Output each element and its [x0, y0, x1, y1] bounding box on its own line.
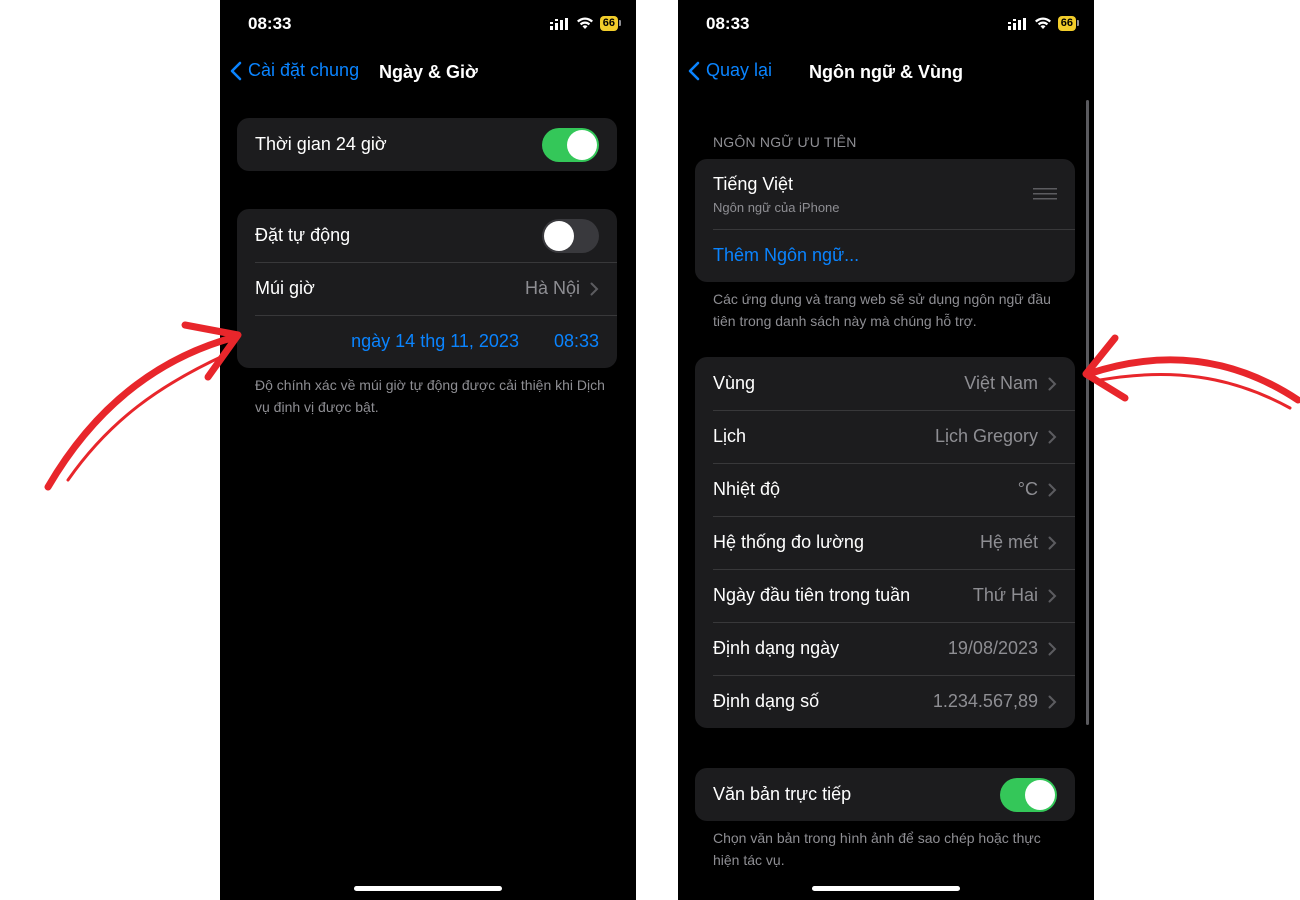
wifi-icon — [1034, 17, 1051, 29]
status-time: 08:33 — [248, 14, 292, 33]
home-indicator[interactable] — [354, 886, 502, 891]
timezone-footnote: Độ chính xác về múi giờ tự động được cải… — [255, 377, 605, 415]
live-text-group: Văn bản trực tiếp — [695, 768, 1075, 821]
language-name: Tiếng Việt — [713, 173, 794, 194]
region-row-value: Hệ mét — [979, 532, 1038, 552]
back-button-label: Cài đặt chung — [248, 60, 360, 80]
region-row-label: Hệ thống đo lường — [713, 532, 864, 552]
date-time-row: ngày 14 thg 11, 2023 08:33 — [237, 315, 617, 368]
status-time: 08:33 — [706, 14, 750, 33]
timezone-value: Hà Nội — [524, 278, 580, 298]
back-button[interactable]: Cài đặt chung — [230, 60, 359, 81]
page-title: Ngôn ngữ & Vùng — [809, 62, 964, 82]
preferred-languages-group: Tiếng Việt Ngôn ngữ của iPhone Thêm Ngôn… — [695, 159, 1075, 282]
language-subtitle: Ngôn ngữ của iPhone — [713, 199, 840, 215]
chevron-right-icon — [1048, 536, 1057, 549]
status-icons: 66 — [1007, 16, 1080, 31]
region-row[interactable]: Định dạng số 1.234.567,89 — [695, 675, 1075, 728]
toggle-24h-row: Thời gian 24 giờ — [237, 118, 617, 171]
region-row-value: Việt Nam — [964, 373, 1038, 393]
red-arrow-left-annotation — [44, 321, 242, 491]
region-row-value: 19/08/2023 — [947, 638, 1038, 658]
chevron-right-icon — [1048, 377, 1057, 390]
status-bar: 08:33 66 — [678, 0, 1094, 50]
region-row[interactable]: Vùng Việt Nam — [695, 357, 1075, 410]
live-text-switch[interactable] — [1000, 777, 1057, 812]
region-row[interactable]: Ngày đầu tiên trong tuần Thứ Hai — [695, 569, 1075, 622]
reorder-handle-icon[interactable] — [1033, 188, 1057, 200]
status-bar: 08:33 66 — [220, 0, 636, 50]
auto-set-row: Đặt tự động — [237, 209, 617, 262]
time-value[interactable]: 08:33 — [554, 331, 599, 352]
region-row[interactable]: Định dạng ngày 19/08/2023 — [695, 622, 1075, 675]
wifi-icon — [576, 17, 593, 29]
toggle-24h-label: Thời gian 24 giờ — [255, 134, 387, 154]
timezone-row[interactable]: Múi giờ Hà Nội — [237, 262, 617, 315]
live-text-label: Văn bản trực tiếp — [713, 784, 852, 804]
region-row-value: Thứ Hai — [972, 585, 1038, 605]
region-row-label: Lịch — [713, 426, 747, 446]
preferred-languages-header: NGÔN NGỮ ƯU TIÊN — [713, 134, 857, 150]
cellular-signal-icon — [549, 17, 568, 30]
date-time-group: Đặt tự động Múi giờ Hà Nội ngày 14 thg 1… — [237, 209, 617, 368]
region-row-label: Nhiệt độ — [713, 479, 781, 499]
battery-indicator: 66 — [599, 16, 622, 31]
language-item[interactable]: Tiếng Việt Ngôn ngữ của iPhone — [695, 159, 1075, 229]
navigation-bar: Quay lại Ngôn ngữ & Vùng — [678, 56, 1094, 92]
region-row[interactable]: Hệ thống đo lường Hệ mét — [695, 516, 1075, 569]
region-row-value: 1.234.567,89 — [932, 691, 1038, 711]
red-arrow-right-annotation — [1082, 334, 1300, 410]
add-language-link[interactable]: Thêm Ngôn ngữ... — [713, 245, 859, 266]
live-text-footnote: Chọn văn bản trong hình ảnh để sao chép … — [713, 830, 1041, 868]
date-value[interactable]: ngày 14 thg 11, 2023 — [351, 331, 519, 352]
chevron-right-icon — [1048, 430, 1057, 443]
back-button-label: Quay lại — [706, 60, 773, 80]
scrollbar[interactable] — [1086, 100, 1089, 725]
battery-indicator: 66 — [1057, 16, 1080, 31]
auto-set-switch[interactable] — [542, 218, 599, 253]
region-settings-group: Vùng Việt Nam Lịch Lịch Gregory Nhiệt độ °C Hệ… — [695, 357, 1075, 728]
add-language-row[interactable]: Thêm Ngôn ngữ... — [695, 229, 1075, 282]
chevron-left-icon — [688, 61, 700, 80]
region-row-value: Lịch Gregory — [934, 426, 1038, 446]
back-button[interactable]: Quay lại — [688, 60, 772, 81]
toggle-24h-switch[interactable] — [542, 127, 599, 162]
languages-footnote: Các ứng dụng và trang web sẽ sử dụng ngô… — [713, 291, 1051, 329]
region-row-label: Vùng — [713, 373, 756, 393]
region-row-label: Định dạng ngày — [713, 638, 840, 658]
chevron-right-icon — [1048, 642, 1057, 655]
chevron-right-icon — [1048, 589, 1057, 602]
region-row-label: Định dạng số — [713, 691, 820, 711]
chevron-right-icon — [1048, 483, 1057, 496]
region-row[interactable]: Nhiệt độ °C — [695, 463, 1075, 516]
navigation-bar: Cài đặt chung Ngày & Giờ — [220, 56, 636, 92]
region-row-label: Ngày đầu tiên trong tuần — [713, 585, 911, 605]
language-item-text: Tiếng Việt Ngôn ngữ của iPhone — [713, 174, 1033, 215]
cellular-signal-icon — [1007, 17, 1026, 30]
time-format-group: Thời gian 24 giờ — [237, 118, 617, 171]
live-text-row: Văn bản trực tiếp — [695, 768, 1075, 821]
chevron-right-icon — [590, 282, 599, 295]
language-region-screen: 08:33 66 Quay lại Ngôn ngữ & Vùng NGÔN N… — [678, 0, 1094, 900]
region-row[interactable]: Lịch Lịch Gregory — [695, 410, 1075, 463]
home-indicator[interactable] — [812, 886, 960, 891]
page-title: Ngày & Giờ — [379, 62, 478, 82]
chevron-right-icon — [1048, 695, 1057, 708]
region-row-value: °C — [1017, 479, 1038, 499]
timezone-label: Múi giờ — [255, 278, 315, 298]
chevron-left-icon — [230, 61, 242, 80]
status-icons: 66 — [549, 16, 622, 31]
date-time-screen: 08:33 66 Cài đặt chung Ngày & Giờ Thời g… — [220, 0, 636, 900]
auto-set-label: Đặt tự động — [255, 225, 351, 245]
